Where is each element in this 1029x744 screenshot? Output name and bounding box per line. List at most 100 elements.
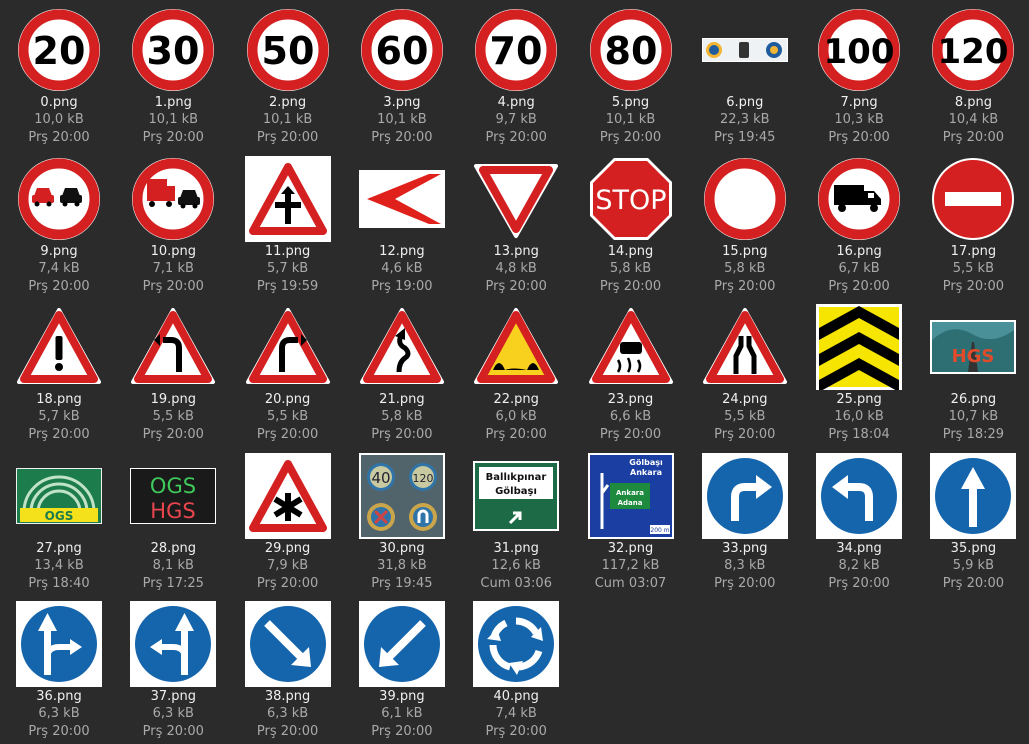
chevron-left-board-icon[interactable] <box>358 156 445 242</box>
turn-left-ahead-icon[interactable] <box>816 452 903 539</box>
file-item[interactable]: 80 5.png 10,1 kB Prş 20:00 <box>574 0 688 148</box>
file-item[interactable]: 12.png 4,6 kB Prş 19:00 <box>345 149 459 297</box>
file-item[interactable]: 9.png 7,4 kB Prş 20:00 <box>2 149 116 297</box>
file-name[interactable]: 3.png <box>383 94 420 111</box>
file-name[interactable]: 36.png <box>36 688 81 705</box>
file-item[interactable]: 34.png 8,2 kB Prş 20:00 <box>802 446 916 594</box>
ogs-logo-icon[interactable]: OGS <box>16 453 102 539</box>
file-name[interactable]: 5.png <box>612 94 649 111</box>
file-item[interactable]: OGS 27.png 13,4 kB Prş 18:40 <box>2 446 116 594</box>
file-item[interactable]: 10.png 7,1 kB Prş 20:00 <box>116 149 230 297</box>
file-item[interactable]: 17.png 5,5 kB Prş 20:00 <box>916 149 1029 297</box>
speed-limit-50-icon[interactable]: 50 <box>245 7 331 93</box>
file-name[interactable]: 28.png <box>151 540 196 557</box>
file-name[interactable]: 20.png <box>265 391 310 408</box>
file-item[interactable]: 13.png 4,8 kB Prş 20:00 <box>459 149 573 297</box>
general-danger-icon[interactable] <box>16 304 102 390</box>
file-item[interactable]: 20.png 5,5 kB Prş 20:00 <box>231 297 345 445</box>
file-item[interactable]: 15.png 5,8 kB Prş 20:00 <box>688 149 802 297</box>
speed-limit-100-icon[interactable]: 100 <box>816 7 902 93</box>
file-name[interactable]: 19.png <box>151 391 196 408</box>
file-name[interactable]: 32.png <box>608 540 653 557</box>
file-item[interactable]: 50 2.png 10,1 kB Prş 20:00 <box>231 0 345 148</box>
stop-icon[interactable]: STOP <box>588 156 674 242</box>
file-item[interactable]: OGS HGS 28.png 8,1 kB Prş 17:25 <box>116 446 230 594</box>
file-item[interactable]: 70 4.png 9,7 kB Prş 20:00 <box>459 0 573 148</box>
straight-or-right-icon[interactable] <box>16 601 102 687</box>
double-curve-icon[interactable] <box>359 304 445 390</box>
file-item[interactable]: 36.png 6,3 kB Prş 20:00 <box>2 594 116 742</box>
ahead-only-icon[interactable] <box>930 452 1017 539</box>
file-name[interactable]: 25.png <box>836 391 881 408</box>
chevron-up-board-icon[interactable] <box>816 304 903 390</box>
file-item[interactable]: 40 120 30.png 31,8 kB Prş 19:45 <box>345 446 459 594</box>
speed-limit-60-icon[interactable]: 60 <box>359 7 445 93</box>
curve-left-icon[interactable] <box>130 304 216 390</box>
file-name[interactable]: 17.png <box>951 243 996 260</box>
file-name[interactable]: 35.png <box>951 540 996 557</box>
file-name[interactable]: 15.png <box>722 243 767 260</box>
file-name[interactable]: 30.png <box>379 540 424 557</box>
file-name[interactable]: 26.png <box>951 391 996 408</box>
file-item[interactable]: 33.png 8,3 kB Prş 20:00 <box>688 446 802 594</box>
road-narrows-icon[interactable] <box>702 304 788 390</box>
hgs-photo-icon[interactable]: HGS <box>930 304 1017 390</box>
file-name[interactable]: 11.png <box>265 243 310 260</box>
info-banner-icon[interactable] <box>701 7 788 93</box>
file-name[interactable]: 6.png <box>726 94 763 111</box>
file-item[interactable]: 40.png 7,4 kB Prş 20:00 <box>459 594 573 742</box>
speed-limit-80-icon[interactable]: 80 <box>588 7 674 93</box>
direction-board-icon[interactable]: Ballıkpınar Gölbaşı <box>473 453 560 539</box>
file-item[interactable]: 20 0.png 10,0 kB Prş 20:00 <box>2 0 116 148</box>
file-name[interactable]: 18.png <box>36 391 81 408</box>
file-name[interactable]: 8.png <box>955 94 992 111</box>
slippery-road-icon[interactable] <box>588 304 674 390</box>
curve-right-icon[interactable] <box>245 304 331 390</box>
file-name[interactable]: 13.png <box>493 243 538 260</box>
file-name[interactable]: 24.png <box>722 391 767 408</box>
file-name[interactable]: 0.png <box>40 94 77 111</box>
file-name[interactable]: 7.png <box>841 94 878 111</box>
file-name[interactable]: 16.png <box>836 243 881 260</box>
file-name[interactable]: 14.png <box>608 243 653 260</box>
speed-limit-120-icon[interactable]: 120 <box>930 7 1016 93</box>
file-name[interactable]: 1.png <box>155 94 192 111</box>
file-name[interactable]: 37.png <box>151 688 196 705</box>
straight-or-left-icon[interactable] <box>130 601 217 687</box>
file-item[interactable]: 24.png 5,5 kB Prş 20:00 <box>688 297 802 445</box>
speed-limit-30-icon[interactable]: 30 <box>130 7 216 93</box>
keep-left-icon[interactable] <box>358 601 445 687</box>
other-danger-icon[interactable] <box>244 452 331 539</box>
file-item[interactable]: 37.png 6,3 kB Prş 20:00 <box>116 594 230 742</box>
roundabout-icon[interactable] <box>473 601 560 687</box>
ogs-hgs-led-icon[interactable]: OGS HGS <box>130 453 217 539</box>
file-name[interactable]: 2.png <box>269 94 306 111</box>
file-item[interactable]: 6.png 22,3 kB Prş 19:45 <box>688 0 802 148</box>
keep-right-icon[interactable] <box>244 601 331 687</box>
file-name[interactable]: 23.png <box>608 391 653 408</box>
file-name[interactable]: 4.png <box>498 94 535 111</box>
file-item[interactable]: 19.png 5,5 kB Prş 20:00 <box>116 297 230 445</box>
file-item[interactable]: 120 8.png 10,4 kB Prş 20:00 <box>916 0 1029 148</box>
no-vehicles-icon[interactable] <box>702 156 788 242</box>
file-name[interactable]: 10.png <box>151 243 196 260</box>
file-name[interactable]: 9.png <box>40 243 77 260</box>
file-name[interactable]: 34.png <box>836 540 881 557</box>
file-name[interactable]: 31.png <box>493 540 538 557</box>
file-item[interactable]: 29.png 7,9 kB Prş 20:00 <box>231 446 345 594</box>
file-name[interactable]: 39.png <box>379 688 424 705</box>
file-item[interactable]: Ballıkpınar Gölbaşı 31.png 12,6 kB Cum 03:06 <box>459 446 573 594</box>
speed-limit-70-icon[interactable]: 70 <box>473 7 559 93</box>
no-entry-icon[interactable] <box>930 156 1016 242</box>
file-item[interactable]: 16.png 6,7 kB Prş 20:00 <box>802 149 916 297</box>
file-item[interactable]: 22.png 6,0 kB Prş 20:00 <box>459 297 573 445</box>
file-item[interactable]: 23.png 6,6 kB Prş 20:00 <box>574 297 688 445</box>
no-trucks-icon[interactable] <box>816 156 902 242</box>
file-name[interactable]: 40.png <box>493 688 538 705</box>
file-name[interactable]: 33.png <box>722 540 767 557</box>
file-item[interactable]: 30 1.png 10,1 kB Prş 20:00 <box>116 0 230 148</box>
file-name[interactable]: 22.png <box>493 391 538 408</box>
file-item[interactable]: 38.png 6,3 kB Prş 20:00 <box>231 594 345 742</box>
signs-photo-icon[interactable]: 40 120 <box>358 452 445 539</box>
file-name[interactable]: 21.png <box>379 391 424 408</box>
